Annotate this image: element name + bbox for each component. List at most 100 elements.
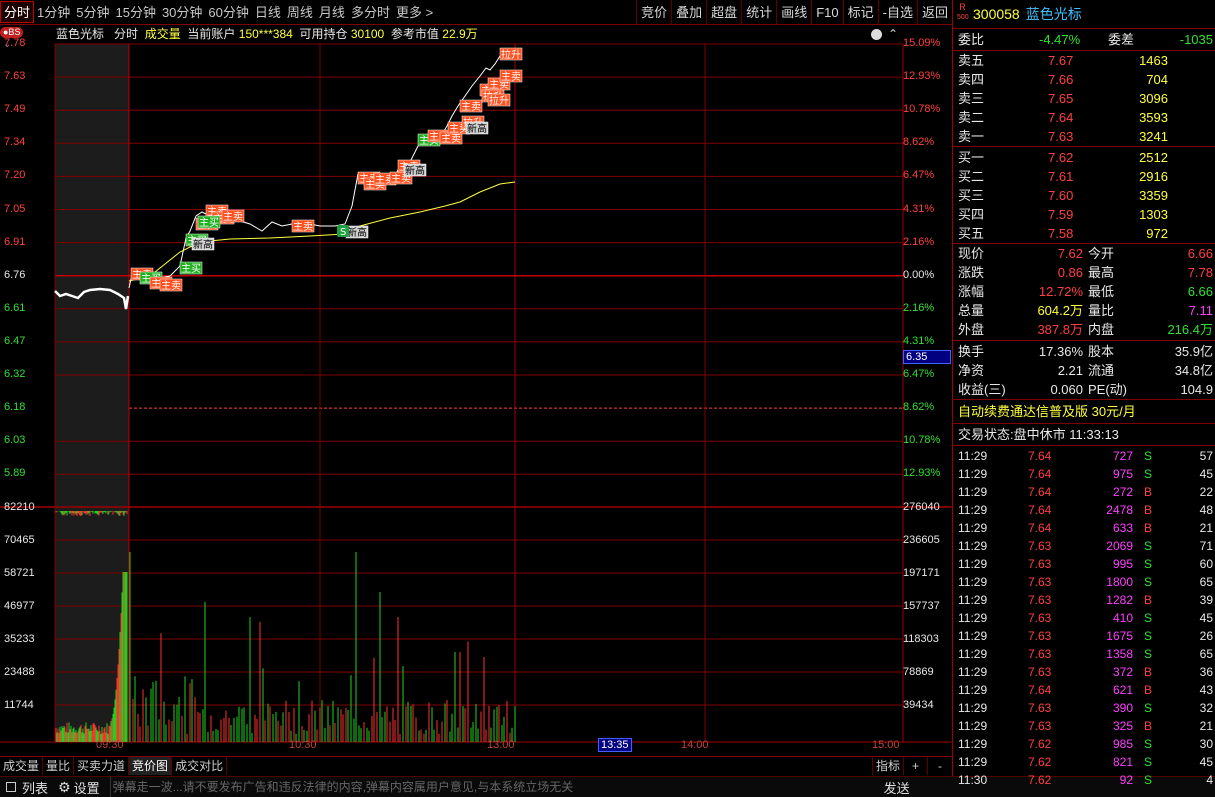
signal-tag[interactable]: 主买 bbox=[179, 261, 203, 275]
weibi-value: -4.47% bbox=[1039, 32, 1081, 47]
ask-row[interactable]: 卖二 7.64 3593 bbox=[958, 108, 1213, 127]
ask-row[interactable]: 卖一 7.63 3241 bbox=[958, 127, 1213, 146]
tab-buy-sell-force[interactable]: 买卖力道 bbox=[74, 757, 130, 775]
signal-tag[interactable]: 主卖 bbox=[499, 69, 523, 83]
danmaku-input[interactable]: 弹幕走一波...请不要发布广告和违反法律的内容,弹幕内容属用户意见,与本系统立场… bbox=[109, 777, 878, 797]
statistics-button[interactable]: 统计 bbox=[741, 0, 776, 25]
signal-tag[interactable]: 主买 bbox=[197, 215, 221, 229]
tick-time: 11:29 bbox=[958, 683, 988, 697]
tick-count: 39 bbox=[1199, 593, 1213, 607]
percent-tick-label: 8.62% bbox=[903, 136, 935, 149]
signal-tag[interactable]: 主卖 bbox=[459, 99, 483, 113]
signal-tag[interactable]: 主卖 bbox=[221, 209, 245, 223]
tick-volume: 727 bbox=[1112, 449, 1133, 463]
tick-count: 32 bbox=[1199, 701, 1213, 715]
stat-value: 216.4万 bbox=[1167, 322, 1213, 337]
tick-time: 11:30 bbox=[958, 773, 988, 787]
tick-price: 7.62 bbox=[1028, 737, 1052, 751]
bid-row[interactable]: 买三 7.60 3359 bbox=[958, 186, 1213, 205]
back-button[interactable]: 返回 bbox=[916, 0, 952, 25]
tab-more[interactable]: 更多 > bbox=[393, 0, 436, 25]
promo-row[interactable]: 自动续费通达信普及版 30元/月 bbox=[958, 402, 1213, 421]
stat-value: 6.66 bbox=[1187, 284, 1213, 299]
tab-weekly[interactable]: 周线 bbox=[284, 0, 316, 25]
stat-value: 0.86 bbox=[1057, 265, 1083, 280]
tab-trade-compare[interactable]: 成交对比 bbox=[172, 757, 228, 775]
volume-tick-label: 46977 bbox=[4, 600, 35, 612]
percent-tick-label: 12.93% bbox=[903, 467, 941, 480]
zoom-out-button[interactable]: - bbox=[928, 757, 952, 775]
ask-volume: 3241 bbox=[1139, 129, 1168, 144]
tab-volume-ratio[interactable]: 量比 bbox=[43, 757, 75, 775]
f10-button[interactable]: F10 bbox=[811, 0, 842, 25]
tab-auction-chart[interactable]: 竞价图 bbox=[129, 757, 173, 775]
tick-count: 22 bbox=[1199, 485, 1213, 499]
tick-row: 11:29 7.63 1358 S 65 bbox=[958, 645, 1213, 663]
signal-tag[interactable]: 主卖 bbox=[159, 278, 183, 292]
bid-row[interactable]: 买二 7.61 2916 bbox=[958, 167, 1213, 186]
mark-button[interactable]: 标记 bbox=[842, 0, 878, 25]
tick-price: 7.64 bbox=[1028, 485, 1052, 499]
draw-line-button[interactable]: 画线 bbox=[776, 0, 811, 25]
time-label-0930: 09:30 bbox=[96, 739, 124, 751]
tab-1min[interactable]: 1分钟 bbox=[34, 0, 73, 25]
list-icon[interactable] bbox=[6, 782, 16, 792]
tab-volume[interactable]: 成交量 bbox=[0, 757, 44, 775]
ask-row[interactable]: 卖五 7.67 1463 bbox=[958, 51, 1213, 70]
tick-count: 30 bbox=[1199, 737, 1213, 751]
tick-volume: 390 bbox=[1112, 701, 1133, 715]
promo-price[interactable]: 30元/月 bbox=[1092, 404, 1136, 419]
tab-15min[interactable]: 15分钟 bbox=[112, 0, 158, 25]
stat-label: 流通 bbox=[1088, 363, 1115, 378]
indicator-button[interactable]: 指标 bbox=[871, 757, 904, 775]
svg-text:主卖: 主卖 bbox=[161, 280, 181, 292]
signal-tag[interactable]: 拉升 bbox=[499, 47, 523, 61]
send-button[interactable]: 发送 bbox=[884, 778, 910, 797]
bid-row[interactable]: 买一 7.62 2512 bbox=[958, 148, 1213, 167]
tick-volume: 1282 bbox=[1106, 593, 1133, 607]
signal-tag[interactable]: 主卖 bbox=[291, 219, 315, 233]
period-toolbar: 分时 1分钟 5分钟 15分钟 30分钟 60分钟 日线 周线 月线 多分时 更… bbox=[0, 0, 952, 25]
bid-row[interactable]: 买五 7.58 972 bbox=[958, 224, 1213, 243]
promo-text[interactable]: 自动续费通达信普及版 bbox=[958, 404, 1088, 419]
tab-multi-intraday[interactable]: 多分时 bbox=[348, 0, 393, 25]
bid-price: 7.60 bbox=[1048, 188, 1074, 203]
ask-row[interactable]: 卖三 7.65 3096 bbox=[958, 89, 1213, 108]
settings-button[interactable]: 设置 bbox=[74, 778, 100, 797]
stat-row: 收益(三) 0.060 PE(动) 104.9 bbox=[958, 380, 1213, 399]
bid-row[interactable]: 买四 7.59 1303 bbox=[958, 205, 1213, 224]
status-text: 盘中休市 bbox=[1013, 427, 1066, 442]
stock-name: 蓝色光标 bbox=[1025, 6, 1082, 22]
gear-icon[interactable]: ⚙ bbox=[58, 779, 71, 796]
signal-tag[interactable]: 新高 bbox=[345, 225, 369, 239]
tick-direction: S bbox=[1144, 575, 1153, 589]
zoom-in-button[interactable]: + bbox=[904, 757, 928, 775]
divider bbox=[953, 146, 1215, 147]
tick-price: 7.64 bbox=[1028, 503, 1052, 517]
tab-60min[interactable]: 60分钟 bbox=[205, 0, 251, 25]
tab-monthly[interactable]: 月线 bbox=[316, 0, 348, 25]
stat-label: 今开 bbox=[1088, 246, 1115, 261]
auction-button[interactable]: 竞价 bbox=[636, 0, 671, 25]
remove-watchlist-button[interactable]: -自选 bbox=[877, 0, 917, 25]
tab-30min[interactable]: 30分钟 bbox=[159, 0, 205, 25]
signal-tag[interactable]: 拉升 bbox=[487, 93, 511, 107]
tick-volume: 821 bbox=[1112, 755, 1133, 769]
tab-5min[interactable]: 5分钟 bbox=[73, 0, 112, 25]
tick-time: 11:29 bbox=[958, 719, 988, 733]
super-button[interactable]: 超盘 bbox=[706, 0, 741, 25]
tick-volume: 2069 bbox=[1106, 539, 1133, 553]
chart-canvas[interactable]: 主卖主买主卖主卖主买主卖主买新高主卖主卖主卖主买主卖新高主卖主卖主卖主卖主卖新高… bbox=[0, 26, 952, 756]
stat-label: 最高 bbox=[1088, 265, 1115, 280]
percent-tick-label: 0.00% bbox=[903, 268, 935, 281]
signal-tag[interactable]: 新高 bbox=[465, 121, 489, 135]
tab-intraday[interactable]: 分时 bbox=[0, 1, 35, 23]
tab-daily[interactable]: 日线 bbox=[252, 0, 284, 25]
overlay-button[interactable]: 叠加 bbox=[671, 0, 706, 25]
signal-tag[interactable]: 新高 bbox=[191, 237, 215, 251]
intraday-chart[interactable]: ●BS ⌄ 蓝色光标 分时 成交量 当前账户 150***384 可用持仓 30… bbox=[0, 26, 952, 756]
list-button[interactable]: 列表 bbox=[22, 778, 48, 797]
signal-tag[interactable]: 新高 bbox=[403, 163, 427, 177]
tick-price: 7.63 bbox=[1028, 593, 1052, 607]
ask-row[interactable]: 卖四 7.66 704 bbox=[958, 70, 1213, 89]
